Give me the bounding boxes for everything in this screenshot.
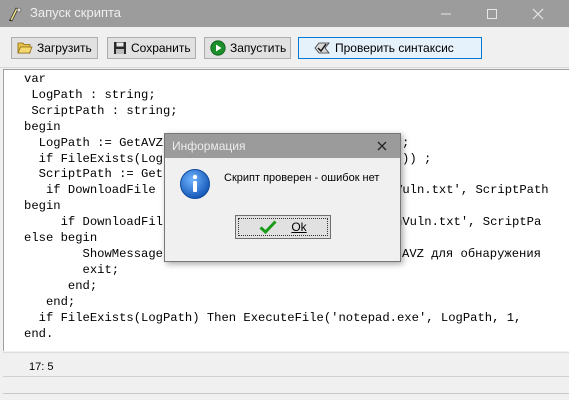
code-fragment: Vuln.txt', ScriptPath <box>395 183 549 197</box>
code-right-fragment: Vuln.txt', ScriptPath <box>395 183 549 199</box>
code-right-fragment: ; <box>402 136 409 152</box>
minimize-icon <box>441 13 451 14</box>
check-syntax-button[interactable]: Проверить синтаксис <box>298 37 482 59</box>
dialog-title-bar: Информация <box>165 134 400 158</box>
editor-status-panel: 17: 5 <box>3 352 569 377</box>
maximize-button[interactable] <box>469 0 515 27</box>
app-icon <box>6 5 24 23</box>
code-line: end; <box>24 278 98 293</box>
code-line: ShowMessage <box>24 246 163 261</box>
toolbar: Загрузить Сохранить Запустить Проверить … <box>0 27 569 68</box>
play-icon <box>210 40 226 56</box>
code-line: exit; <box>24 262 120 277</box>
code-fragment: ; <box>402 136 410 150</box>
run-button[interactable]: Запустить <box>204 37 291 59</box>
code-line: if FileExists(Log <box>24 151 163 166</box>
code-line: end. <box>24 326 54 341</box>
save-button[interactable]: Сохранить <box>107 37 196 59</box>
code-fragment: AVZ для обнаружения <box>402 247 541 261</box>
code-right-fragment: AVZ для обнаружения <box>402 247 541 263</box>
code-line: if DownloadFile <box>24 183 156 198</box>
info-dialog: Информация Скрипт проверен - ошибок нет … <box>164 133 401 262</box>
code-line: else begin <box>24 231 98 246</box>
folder-open-icon <box>17 42 33 54</box>
code-right-fragment: nVuln.txt', ScriptPa <box>395 215 541 231</box>
code-line: var <box>24 72 46 86</box>
code-line: begin <box>24 199 61 214</box>
status-bar <box>3 376 569 394</box>
floppy-disk-icon <box>114 42 126 54</box>
code-line: ScriptPath := Get <box>24 167 163 182</box>
checkmark-icon <box>259 220 277 234</box>
close-icon <box>377 141 387 151</box>
load-button[interactable]: Загрузить <box>11 37 98 59</box>
code-line: LogPath : string; <box>24 87 156 102</box>
code-line: if DownloadFil <box>24 215 163 230</box>
save-button-label: Сохранить <box>131 41 191 55</box>
maximize-icon <box>487 8 497 19</box>
cursor-position: 17: 5 <box>29 361 54 373</box>
run-button-label: Запустить <box>230 41 287 55</box>
check-syntax-button-label: Проверить синтаксис <box>335 41 454 55</box>
code-fragment: nVuln.txt', ScriptPa <box>395 215 542 229</box>
dialog-title: Информация <box>172 139 246 153</box>
close-button[interactable] <box>515 0 561 27</box>
code-line: ScriptPath : string; <box>24 103 178 118</box>
ok-button-label: Ok <box>291 220 307 234</box>
code-line: LogPath := GetAVZ <box>24 135 163 150</box>
code-right-fragment: )) ; <box>402 152 431 168</box>
check-syntax-icon <box>314 42 330 54</box>
code-line: end; <box>24 294 76 309</box>
title-bar: Запуск скрипта <box>0 0 569 27</box>
minimize-button[interactable] <box>423 0 469 27</box>
code-fragment: )) ; <box>402 152 432 166</box>
code-line: if FileExists(LogPath) Then ExecuteFile(… <box>24 310 522 325</box>
window-title: Запуск скрипта <box>30 5 122 20</box>
close-icon <box>532 8 544 19</box>
code-line: begin <box>24 119 61 134</box>
ok-button[interactable]: Ok <box>235 215 331 239</box>
load-button-label: Загрузить <box>37 41 92 55</box>
dialog-message: Скрипт проверен - ошибок нет <box>224 172 380 184</box>
info-icon <box>179 168 211 203</box>
dialog-close-button[interactable] <box>365 134 399 158</box>
